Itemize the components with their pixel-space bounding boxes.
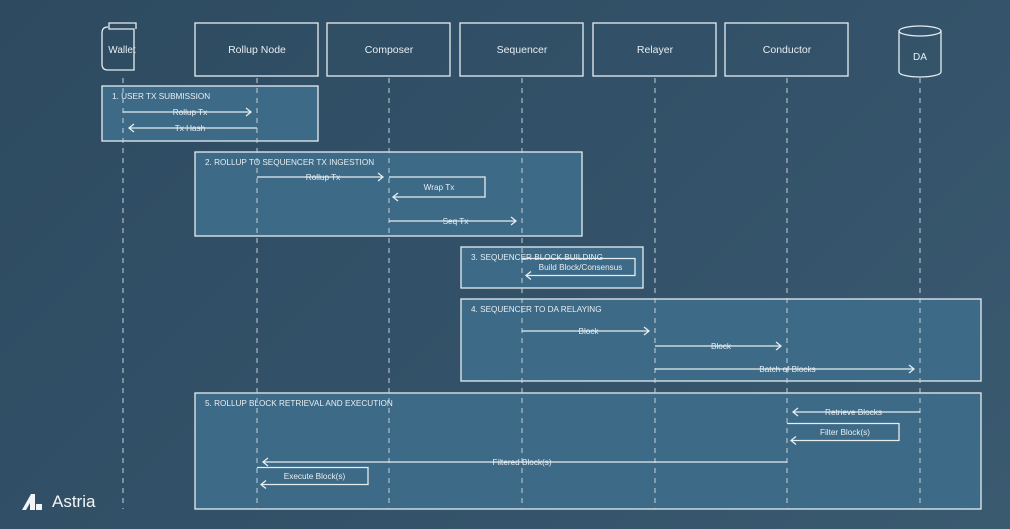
message-label: Rollup Tx — [306, 173, 340, 182]
message-label: Block — [578, 327, 599, 336]
message-label: Build Block/Consensus — [539, 263, 623, 272]
message-label: Retrieve Blocks — [825, 408, 882, 417]
message-label: Filtered Block(s) — [492, 458, 551, 467]
actor-da[interactable]: DA — [898, 25, 942, 78]
brand-name: Astria — [52, 492, 96, 511]
actor-label: DA — [913, 52, 927, 63]
message-label: Block — [711, 342, 732, 351]
actor-label: Conductor — [763, 44, 812, 56]
actor-rollup[interactable]: Rollup Node — [194, 22, 319, 77]
actor-label: Sequencer — [497, 44, 548, 56]
sequence-diagram: 1. USER TX SUBMISSION 2. ROLLUP TO SEQUEN… — [101, 22, 982, 510]
actor-label: Rollup Node — [228, 44, 286, 56]
section-2: 2. ROLLUP TO SEQUENCER TX INGESTION — [194, 151, 583, 237]
section-1: 1. USER TX SUBMISSION — [101, 85, 319, 142]
actor-sequencer[interactable]: Sequencer — [459, 22, 584, 77]
message-label: Wrap Tx — [424, 183, 455, 192]
actor-wallet[interactable]: Wallet — [101, 22, 137, 71]
section-title: 2. ROLLUP TO SEQUENCER TX INGESTION — [205, 158, 374, 167]
message-label: Rollup Tx — [173, 108, 207, 117]
astria-logo-icon — [22, 494, 42, 510]
message-label: Tx Hash — [175, 124, 206, 133]
section-title: 5. ROLLUP BLOCK RETRIEVAL AND EXECUTION — [205, 399, 393, 408]
brand-logo: Astria — [22, 492, 95, 512]
message-label: Filter Block(s) — [820, 428, 870, 437]
actor-label: Relayer — [637, 44, 674, 56]
message-label: Seq Tx — [443, 217, 469, 226]
message-label: Execute Block(s) — [284, 472, 346, 481]
section-title: 4. SEQUENCER TO DA RELAYING — [471, 305, 602, 314]
actor-composer[interactable]: Composer — [326, 22, 451, 77]
actor-label: Composer — [365, 44, 414, 56]
actor-conductor[interactable]: Conductor — [724, 22, 849, 77]
actor-label: Wallet — [108, 45, 136, 56]
actor-relayer[interactable]: Relayer — [592, 22, 717, 77]
section-title: 1. USER TX SUBMISSION — [112, 92, 210, 101]
section-title: 3. SEQUENCER BLOCK BUILDING — [471, 253, 603, 262]
message-label: Batch of Blocks — [759, 365, 815, 374]
